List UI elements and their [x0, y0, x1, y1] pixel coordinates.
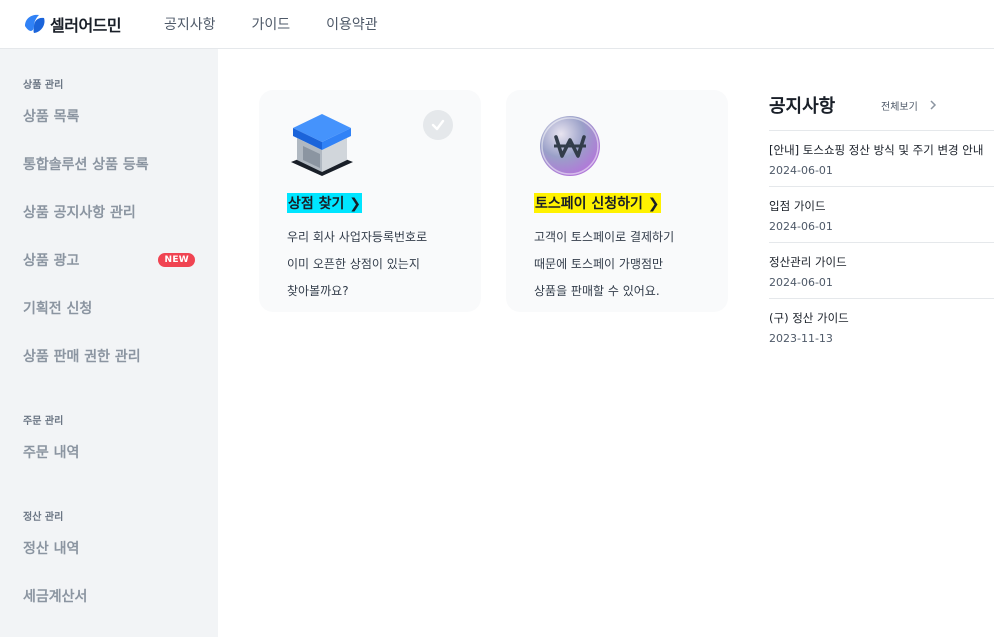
card-desc-line: 고객이 토스페이로 결제하기 — [534, 230, 675, 244]
notice-item-title: [안내] 토스쇼핑 정산 방식 및 주기 변경 안내 — [769, 143, 984, 157]
sidebar-item-sales-permission[interactable]: 상품 판매 권한 관리 — [23, 346, 195, 366]
notice-panel: 공지사항 전체보기 [안내] 토스쇼핑 정산 방식 및 주기 변경 안내 202… — [769, 90, 994, 355]
won-coin-icon — [540, 116, 600, 176]
notice-item-title: 입점 가이드 — [769, 199, 826, 213]
check-icon — [423, 110, 453, 140]
card-desc-line: 상품을 판매할 수 있어요. — [534, 284, 660, 298]
sidebar-item-exhibition[interactable]: 기획전 신청 — [23, 298, 195, 318]
view-all-link[interactable]: 전체보기 — [881, 98, 940, 113]
sidebar-section-settlement: 정산 관리 — [23, 512, 64, 523]
list-item[interactable]: 입점 가이드 2024-06-01 — [769, 187, 994, 243]
sidebar-item-label: 기획전 신청 — [23, 301, 93, 317]
sidebar-item-label: 상품 광고 — [23, 253, 80, 269]
sidebar-item-label: 정산 내역 — [23, 541, 80, 557]
new-badge: NEW — [158, 253, 195, 267]
chevron-right-icon — [930, 100, 936, 110]
sidebar-item-product-list[interactable]: 상품 목록 — [23, 106, 195, 126]
sidebar-item-label: 상품 공지사항 관리 — [23, 205, 136, 221]
nav-terms[interactable]: 이용약관 — [326, 14, 378, 34]
logo-text: 셀러어드민 — [50, 16, 122, 35]
view-all-label: 전체보기 — [881, 101, 918, 113]
list-item[interactable]: (구) 정산 가이드 2023-11-13 — [769, 299, 994, 355]
sidebar-item-product-notice[interactable]: 상품 공지사항 관리 — [23, 202, 195, 222]
card-desc-line: 우리 회사 사업자등록번호로 — [287, 230, 428, 244]
tosspay-apply-card[interactable]: 토스페이 신청하기 ❯ 고객이 토스페이로 결제하기 때문에 토스페이 가맹점만… — [506, 90, 728, 312]
card-desc-line: 이미 오픈한 상점이 있는지 — [287, 257, 420, 271]
notice-item-date: 2024-06-01 — [769, 164, 833, 177]
sidebar-item-label: 통합솔루션 상품 등록 — [23, 157, 149, 173]
sidebar-section-order: 주문 관리 — [23, 416, 64, 427]
card-title-text: 토스페이 신청하기 — [535, 196, 643, 212]
notice-item-title: 정산관리 가이드 — [769, 255, 847, 269]
sidebar-item-orders[interactable]: 주문 내역 — [23, 442, 195, 462]
notice-header: 공지사항 전체보기 — [769, 90, 994, 120]
top-navigation-bar: 셀러어드민 공지사항 가이드 이용약관 — [0, 0, 994, 49]
top-nav: 공지사항 가이드 이용약관 — [162, 14, 414, 34]
list-item[interactable]: [안내] 토스쇼핑 정산 방식 및 주기 변경 안내 2024-06-01 — [769, 131, 994, 187]
notice-item-date: 2023-11-13 — [769, 332, 833, 345]
sidebar-item-product-ads[interactable]: 상품 광고 NEW — [23, 250, 195, 270]
notice-item-date: 2024-06-01 — [769, 276, 833, 289]
sidebar: 상품 관리 상품 목록 통합솔루션 상품 등록 상품 공지사항 관리 상품 광고… — [0, 49, 218, 637]
card-desc-line: 때문에 토스페이 가맹점만 — [534, 257, 664, 271]
sidebar-item-label: 주문 내역 — [23, 445, 80, 461]
sidebar-item-settlement[interactable]: 정산 내역 — [23, 538, 195, 558]
chevron-right-icon: ❯ — [647, 196, 660, 212]
sidebar-item-label: 상품 목록 — [23, 109, 80, 125]
find-store-link[interactable]: 상점 찾기 ❯ — [287, 193, 363, 213]
card-description: 고객이 토스페이로 결제하기 때문에 토스페이 가맹점만 상품을 판매할 수 있… — [534, 224, 714, 305]
find-store-card[interactable]: 상점 찾기 ❯ 우리 회사 사업자등록번호로 이미 오픈한 상점이 있는지 찾아… — [259, 90, 481, 312]
notice-title: 공지사항 — [769, 96, 836, 117]
store-box-icon — [291, 114, 353, 176]
sidebar-item-tax-invoice[interactable]: 세금계산서 — [23, 586, 195, 606]
tosspay-apply-link[interactable]: 토스페이 신청하기 ❯ — [534, 193, 661, 213]
card-desc-line: 찾아볼까요? — [287, 284, 349, 298]
notice-list: [안내] 토스쇼핑 정산 방식 및 주기 변경 안내 2024-06-01 입점… — [769, 130, 994, 355]
sidebar-section-product: 상품 관리 — [23, 80, 64, 91]
sidebar-item-label: 상품 판매 권한 관리 — [23, 349, 141, 365]
notice-item-title: (구) 정산 가이드 — [769, 311, 849, 325]
card-description: 우리 회사 사업자등록번호로 이미 오픈한 상점이 있는지 찾아볼까요? — [287, 224, 467, 305]
logo[interactable]: 셀러어드민 — [22, 12, 162, 36]
card-title-text: 상점 찾기 — [288, 196, 345, 212]
notice-item-date: 2024-06-01 — [769, 220, 833, 233]
nav-guide[interactable]: 가이드 — [252, 14, 291, 34]
sidebar-item-label: 세금계산서 — [23, 589, 88, 605]
logo-icon — [25, 14, 45, 33]
chevron-right-icon: ❯ — [349, 196, 362, 212]
nav-notice[interactable]: 공지사항 — [164, 14, 216, 34]
sidebar-item-solution-register[interactable]: 통합솔루션 상품 등록 — [23, 154, 195, 174]
list-item[interactable]: 정산관리 가이드 2024-06-01 — [769, 243, 994, 299]
